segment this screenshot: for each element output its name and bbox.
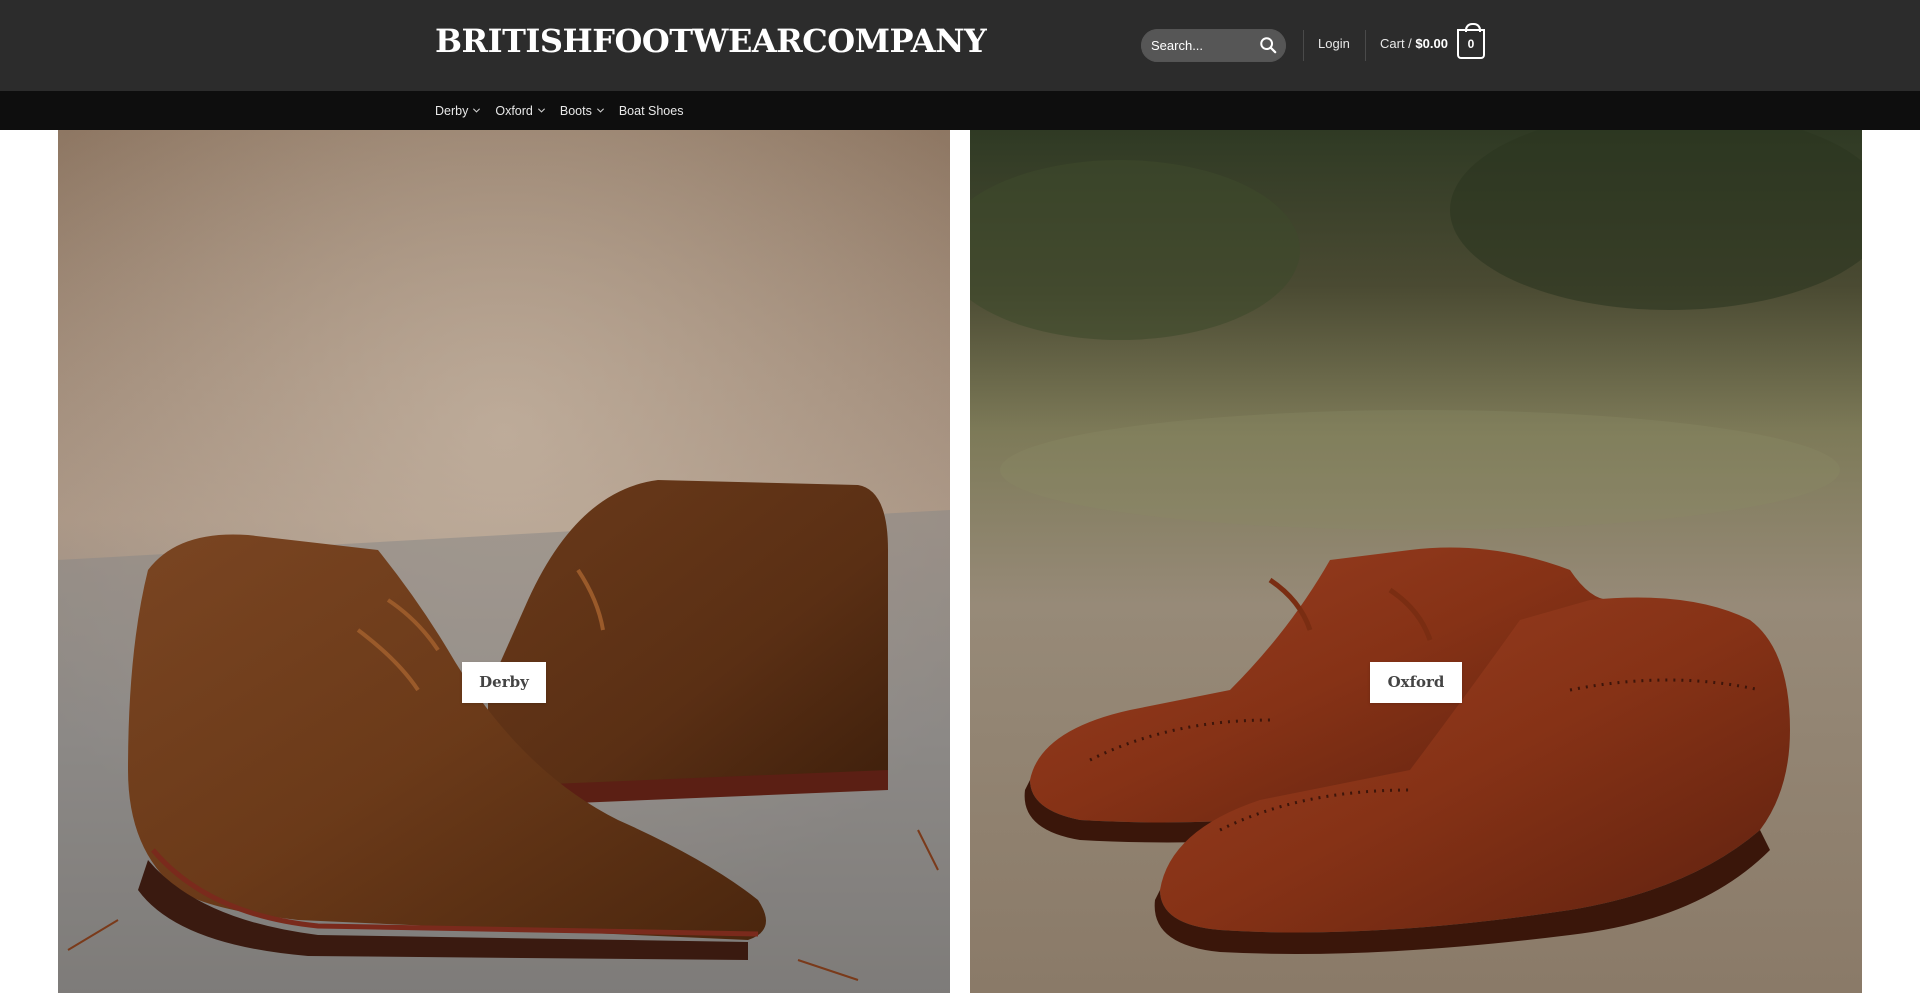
derby-category-image [58,130,950,993]
nav-item-boots[interactable]: Boots [560,104,605,118]
chevron-down-icon [537,108,545,113]
category-tile-derby[interactable]: Derby [58,130,950,993]
header-main: BRITISHFOOTWEARCOMPANY Login Cart / $0.0… [0,0,1920,91]
category-grid: Derby Oxford [0,130,1920,993]
nav-item-label: Oxford [495,103,533,118]
search-button[interactable] [1258,36,1278,56]
cart-link[interactable]: Cart / $0.00 [1380,36,1448,51]
oxford-category-image [970,130,1862,993]
cart-total: $0.00 [1415,36,1448,51]
nav-item-derby[interactable]: Derby [435,104,481,118]
nav-item-boat-shoes[interactable]: Boat Shoes [619,104,684,118]
nav-list: Derby Oxford Boots Boat Shoes [435,91,697,130]
category-label: Oxford [1370,662,1462,703]
category-label: Derby [462,662,546,703]
search-input[interactable] [1141,29,1251,62]
search-icon [1260,37,1277,54]
site-logo[interactable]: BRITISHFOOTWEARCOMPANY [435,22,987,60]
chevron-down-icon [473,108,481,113]
main-nav: Derby Oxford Boots Boat Shoes [0,91,1920,130]
nav-item-label: Boat Shoes [618,103,684,118]
category-tile-oxford[interactable]: Oxford [970,130,1862,993]
nav-item-label: Boots [559,103,592,118]
chevron-down-icon [596,108,604,113]
nav-item-oxford[interactable]: Oxford [495,104,546,118]
header-divider [1303,30,1304,61]
cart-icon[interactable]: 0 [1457,23,1485,59]
cart-count-badge: 0 [1467,37,1475,51]
nav-item-label: Derby [435,103,469,118]
cart-label: Cart / [1380,36,1412,51]
search-form [1141,29,1286,62]
login-link[interactable]: Login [1318,36,1350,51]
header-divider [1365,30,1366,61]
